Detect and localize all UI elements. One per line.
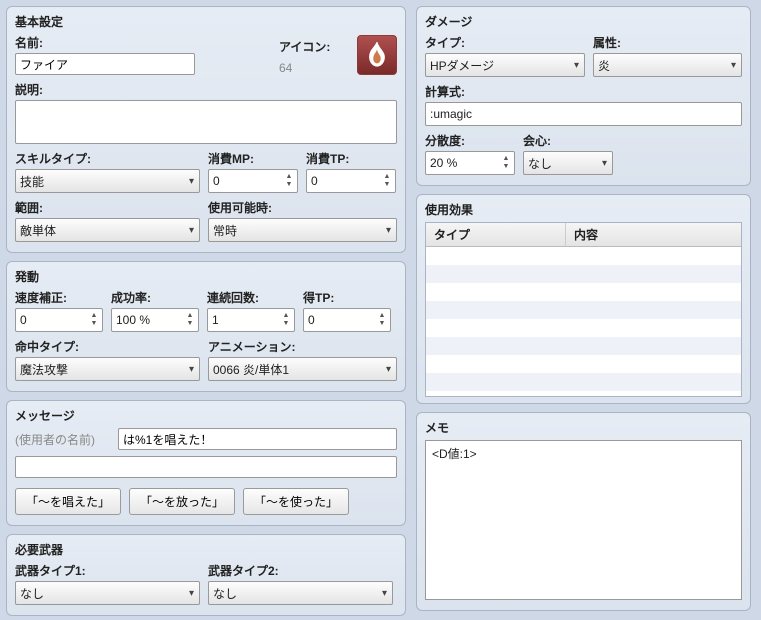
mp-label: 消費MP: [208,150,298,167]
panel-damage-title: ダメージ [425,13,742,30]
table-row[interactable] [426,247,741,265]
wt1-label: 武器タイプ1: [15,562,200,579]
effects-body[interactable] [426,247,741,391]
anim-select[interactable]: 0066 炎/単体1 [208,357,397,381]
hit-type-select[interactable]: 魔法攻撃 [15,357,200,381]
preset-chanted-button[interactable]: 「～を唱えた」 [15,488,121,515]
table-row[interactable] [426,283,741,301]
scope-label: 範囲: [15,199,200,216]
wt2-label: 武器タイプ2: [208,562,393,579]
element-label: 属性: [593,34,742,51]
scope-select[interactable]: 敵単体 [15,218,200,242]
variance-label: 分散度: [425,132,515,149]
table-row[interactable] [426,265,741,283]
table-row[interactable] [426,301,741,319]
panel-effects-title: 使用効果 [425,201,742,218]
skill-type-label: スキルタイプ: [15,150,200,167]
message-user-hint: (使用者の名前) [15,431,110,448]
panel-memo-title: メモ [425,419,742,436]
memo-textarea[interactable]: <D値:1> [425,440,742,600]
speed-stepper[interactable]: 0▲▼ [15,308,103,332]
icon-label: アイコン: [279,38,349,55]
panel-damage: ダメージ タイプ: HPダメージ 属性: 炎 計算式: :umagic 分散度:… [416,6,751,186]
occasion-select[interactable]: 常時 [208,218,397,242]
panel-basic-title: 基本設定 [15,13,397,30]
formula-label: 計算式: [425,83,742,100]
skill-type-select[interactable]: 技能 [15,169,200,193]
table-row[interactable] [426,337,741,355]
formula-input[interactable]: :umagic [425,102,742,126]
success-label: 成功率: [111,289,199,306]
effects-table[interactable]: タイプ 内容 [425,222,742,397]
hit-type-label: 命中タイプ: [15,338,200,355]
damage-type-label: タイプ: [425,34,585,51]
panel-req-weapon: 必要武器 武器タイプ1: なし 武器タイプ2: なし [6,534,406,616]
table-row[interactable] [426,373,741,391]
gain-tp-stepper[interactable]: 0▲▼ [303,308,391,332]
preset-released-button[interactable]: 「～を放った」 [129,488,235,515]
icon-preview[interactable] [357,35,397,75]
occasion-label: 使用可能時: [208,199,397,216]
wt1-select[interactable]: なし [15,581,200,605]
anim-label: アニメーション: [208,338,397,355]
table-row[interactable] [426,355,741,373]
variance-stepper[interactable]: 20 %▲▼ [425,151,515,175]
repeat-label: 連続回数: [207,289,295,306]
mp-stepper[interactable]: 0▲▼ [208,169,298,193]
effects-col-content: 内容 [566,223,741,246]
tp-label: 消費TP: [306,150,396,167]
panel-req-weapon-title: 必要武器 [15,541,397,558]
icon-index: 64 [279,57,349,75]
panel-message-title: メッセージ [15,407,397,424]
gain-tp-label: 得TP: [303,289,391,306]
tp-stepper[interactable]: 0▲▼ [306,169,396,193]
damage-type-select[interactable]: HPダメージ [425,53,585,77]
panel-memo: メモ <D値:1> [416,412,751,611]
flame-icon [365,42,389,68]
preset-used-button[interactable]: 「～を使った」 [243,488,349,515]
message-line2-input[interactable] [15,456,397,478]
repeat-stepper[interactable]: 1▲▼ [207,308,295,332]
panel-effects: 使用効果 タイプ 内容 [416,194,751,404]
panel-invoke-title: 発動 [15,268,397,285]
element-select[interactable]: 炎 [593,53,742,77]
desc-input[interactable] [15,100,397,144]
panel-message: メッセージ (使用者の名前) 「～を唱えた」 「～を放った」 「～を使った」 [6,400,406,526]
panel-basic: 基本設定 名前: アイコン: 64 説明: [6,6,406,253]
wt2-select[interactable]: なし [208,581,393,605]
name-label: 名前: [15,34,271,51]
speed-label: 速度補正: [15,289,103,306]
effects-col-type: タイプ [426,223,566,246]
crit-label: 会心: [523,132,613,149]
table-row[interactable] [426,319,741,337]
message-line1-input[interactable] [118,428,397,450]
name-input[interactable] [15,53,195,75]
success-stepper[interactable]: 100 %▲▼ [111,308,199,332]
crit-select[interactable]: なし [523,151,613,175]
desc-label: 説明: [15,81,397,98]
panel-invoke: 発動 速度補正: 0▲▼ 成功率: 100 %▲▼ 連続回数: 1▲▼ 得TP:… [6,261,406,392]
